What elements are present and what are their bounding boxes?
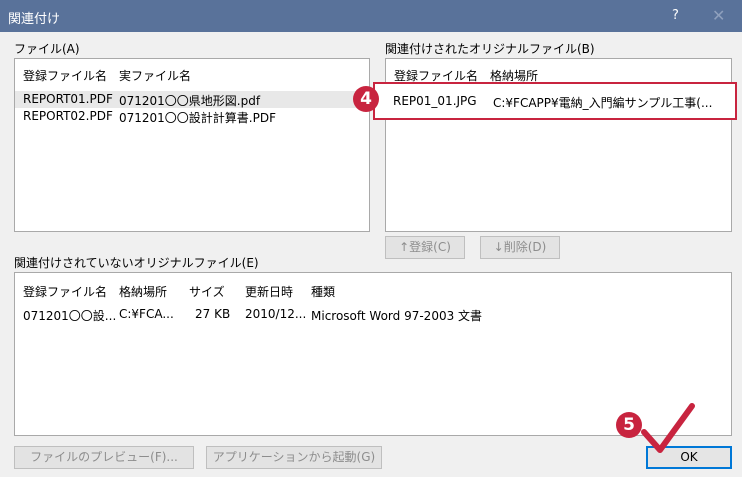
unlinked-label: 関連付けされていないオリジナルファイル(E)	[14, 256, 259, 270]
unlinked-list[interactable]: 登録ファイル名 格納場所 サイズ 更新日時 種類 071201〇〇設... C:…	[14, 272, 732, 436]
column-header[interactable]: サイズ	[189, 283, 225, 300]
table-cell: 27 KB	[195, 307, 231, 321]
table-cell: C:¥FCA...	[119, 307, 174, 321]
linked-label: 関連付けされたオリジナルファイル(B)	[385, 42, 595, 56]
help-button[interactable]: ?	[672, 8, 679, 23]
column-header[interactable]: 格納場所	[119, 283, 167, 300]
column-header[interactable]: 実ファイル名	[119, 67, 191, 84]
step-5-badge: 5	[616, 412, 642, 438]
table-cell: REPORT01.PDF	[23, 92, 113, 106]
table-row[interactable]: REPORT01.PDF 071201〇〇県地形図.pdf	[15, 91, 369, 108]
table-cell: 071201〇〇設計計算書.PDF	[119, 111, 277, 125]
column-header[interactable]: 種類	[311, 283, 335, 300]
column-header[interactable]: 登録ファイル名	[23, 283, 107, 300]
title-bar: 関連付け ? ✕	[0, 0, 742, 32]
check-mark-icon	[641, 403, 695, 453]
delete-button[interactable]: ↓削除(D)	[480, 236, 560, 259]
table-cell: REPORT02.PDF	[23, 109, 113, 123]
files-list[interactable]: 登録ファイル名 実ファイル名 REPORT01.PDF 071201〇〇県地形図…	[14, 58, 370, 232]
table-cell: Microsoft Word 97-2003 文書	[311, 309, 483, 323]
table-row[interactable]: REPORT02.PDF 071201〇〇設計計算書.PDF	[15, 108, 369, 125]
register-button[interactable]: ↑登録(C)	[385, 236, 465, 259]
table-cell: 071201〇〇設...	[23, 309, 117, 323]
files-label: ファイル(A)	[14, 42, 80, 56]
table-cell: REP01_01.JPG	[393, 94, 477, 108]
preview-button[interactable]: ファイルのプレビュー(F)...	[14, 446, 194, 469]
step-4-badge: 4	[353, 86, 379, 112]
column-header[interactable]: 登録ファイル名	[23, 67, 107, 84]
close-icon[interactable]: ✕	[712, 6, 725, 25]
table-cell: C:¥FCAPP¥電納_入門編サンプル工事(...	[493, 96, 713, 110]
column-header[interactable]: 更新日時	[245, 283, 293, 300]
table-cell: 071201〇〇県地形図.pdf	[119, 94, 261, 108]
linked-row-highlight[interactable]: REP01_01.JPG C:¥FCAPP¥電納_入門編サンプル工事(...	[373, 82, 737, 120]
table-cell: 2010/12...	[245, 307, 307, 321]
window-title: 関連付け	[8, 12, 61, 27]
launch-application-button[interactable]: アプリケーションから起動(G)	[206, 446, 382, 469]
